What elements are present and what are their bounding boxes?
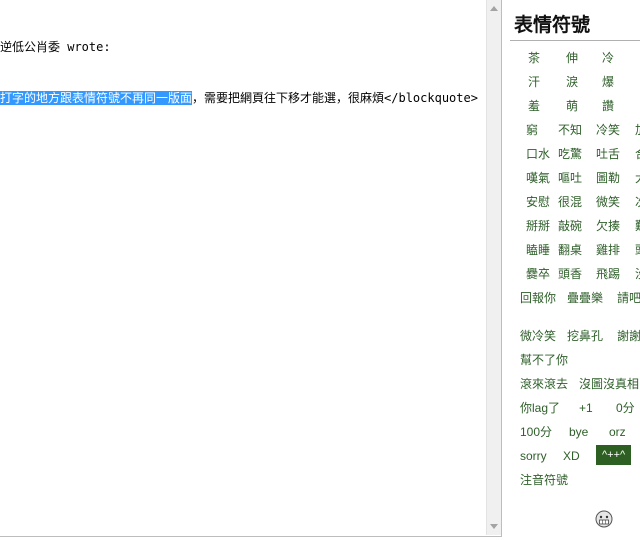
message-editor[interactable]: 逆低公肖委 wrote: 打字的地方跟表情符號不再同一版面，需要把網頁往下移才能…: [0, 0, 502, 537]
smiley-item[interactable]: 合: [635, 146, 640, 162]
smiley-item[interactable]: 汗: [528, 74, 540, 90]
grin-face-icon[interactable]: [595, 510, 613, 528]
smiley-item[interactable]: 翻桌: [558, 242, 582, 258]
smiley-item[interactable]: 圖勒: [596, 170, 620, 186]
smiley-item[interactable]: 謝謝: [617, 328, 640, 344]
smiley-item[interactable]: 頭: [635, 242, 640, 258]
smiley-item[interactable]: 幫不了你: [520, 352, 568, 368]
smiley-item[interactable]: 難: [635, 218, 640, 234]
smiley-item[interactable]: 淚: [566, 74, 578, 90]
smiley-item[interactable]: +1: [579, 400, 593, 416]
editor-scrollbar[interactable]: [486, 0, 501, 535]
smiley-item[interactable]: 挖鼻孔: [567, 328, 603, 344]
smiley-item[interactable]: 回報你: [520, 290, 556, 306]
smiley-item[interactable]: 微笑: [596, 194, 620, 210]
smiley-item[interactable]: 沒圖沒真相: [579, 376, 639, 392]
editor-line-2: 打字的地方跟表情符號不再同一版面，需要把網頁往下移才能選，很麻煩</blockq…: [0, 90, 486, 107]
smiley-item[interactable]: 爆: [602, 74, 614, 90]
smiley-item[interactable]: ^++^: [596, 445, 632, 465]
smiley-item[interactable]: 疊疊樂: [567, 290, 603, 306]
smiley-item[interactable]: 吐舌: [596, 146, 620, 162]
smiley-item[interactable]: 雞排: [596, 242, 620, 258]
smiley-item[interactable]: 加: [635, 122, 640, 138]
editor-content: 逆低公肖委 wrote: 打字的地方跟表情符號不再同一版面，需要把網頁往下移才能…: [0, 5, 486, 141]
smiley-item[interactable]: 大: [635, 170, 640, 186]
scroll-up-arrow-icon[interactable]: [490, 6, 498, 11]
smiley-item[interactable]: 掰掰: [526, 218, 550, 234]
smiley-item[interactable]: 冷: [602, 50, 614, 66]
smiley-item[interactable]: bye: [569, 424, 588, 440]
smiley-item[interactable]: 次: [635, 194, 640, 210]
smiley-item[interactable]: 冷笑: [596, 122, 620, 138]
smiley-item[interactable]: orz: [609, 424, 626, 440]
smiley-item[interactable]: 伸: [566, 50, 578, 66]
smiley-item[interactable]: XD: [563, 448, 580, 464]
smiley-item[interactable]: 飛踢: [596, 266, 620, 282]
smiley-item[interactable]: 很混: [558, 194, 582, 210]
smiley-item[interactable]: 瞌睡: [526, 242, 550, 258]
scroll-down-arrow-icon[interactable]: [490, 524, 498, 529]
selected-text: 打字的地方跟表情符號不再同一版面: [0, 91, 193, 105]
smiley-item[interactable]: 欠揍: [596, 218, 620, 234]
smiley-item[interactable]: 注音符號: [520, 472, 568, 488]
editor-line-1: 逆低公肖委 wrote:: [0, 40, 111, 54]
smiley-item[interactable]: 爨卒: [526, 266, 550, 282]
smiley-item[interactable]: 安慰: [526, 194, 550, 210]
smiley-item[interactable]: 你lag了: [520, 400, 560, 416]
smiley-item[interactable]: 嘆氣: [526, 170, 550, 186]
smiley-item[interactable]: 100分: [520, 424, 552, 440]
smiley-item[interactable]: 沒: [635, 266, 640, 282]
smiley-item[interactable]: 吃驚: [558, 146, 582, 162]
smiley-item[interactable]: 羞: [528, 98, 540, 114]
smiley-item[interactable]: 滾來滾去: [520, 376, 568, 392]
smiley-item[interactable]: 讚: [602, 98, 614, 114]
smiley-item[interactable]: 茶: [528, 50, 540, 66]
smiley-item[interactable]: 敲碗: [558, 218, 582, 234]
smiley-item[interactable]: 不知: [558, 122, 582, 138]
smiley-item[interactable]: 口水: [526, 146, 550, 162]
smiley-item[interactable]: 萌: [566, 98, 578, 114]
smiley-item[interactable]: 窮: [526, 122, 538, 138]
smiley-panel: 表情符號 茶 伸 冷汗 淚 爆羞 萌 讚窮 不知冷笑加口水吃驚吐舌合嘆氣嘔吐圖勒大安慰很混微笑…: [510, 0, 640, 540]
smiley-item[interactable]: 嘔吐: [558, 170, 582, 186]
panel-title: 表情符號: [514, 15, 591, 36]
editor-line-2-rest: ，需要把網頁往下移才能選，很麻煩</blockquote>: [192, 91, 478, 105]
smiley-item[interactable]: sorry: [520, 448, 547, 464]
smiley-item[interactable]: 頭香: [558, 266, 582, 282]
smiley-item[interactable]: 0分: [616, 400, 635, 416]
smiley-item[interactable]: 請吧: [617, 290, 640, 306]
panel-divider: [510, 40, 640, 41]
smiley-item[interactable]: 微冷笑: [520, 328, 556, 344]
